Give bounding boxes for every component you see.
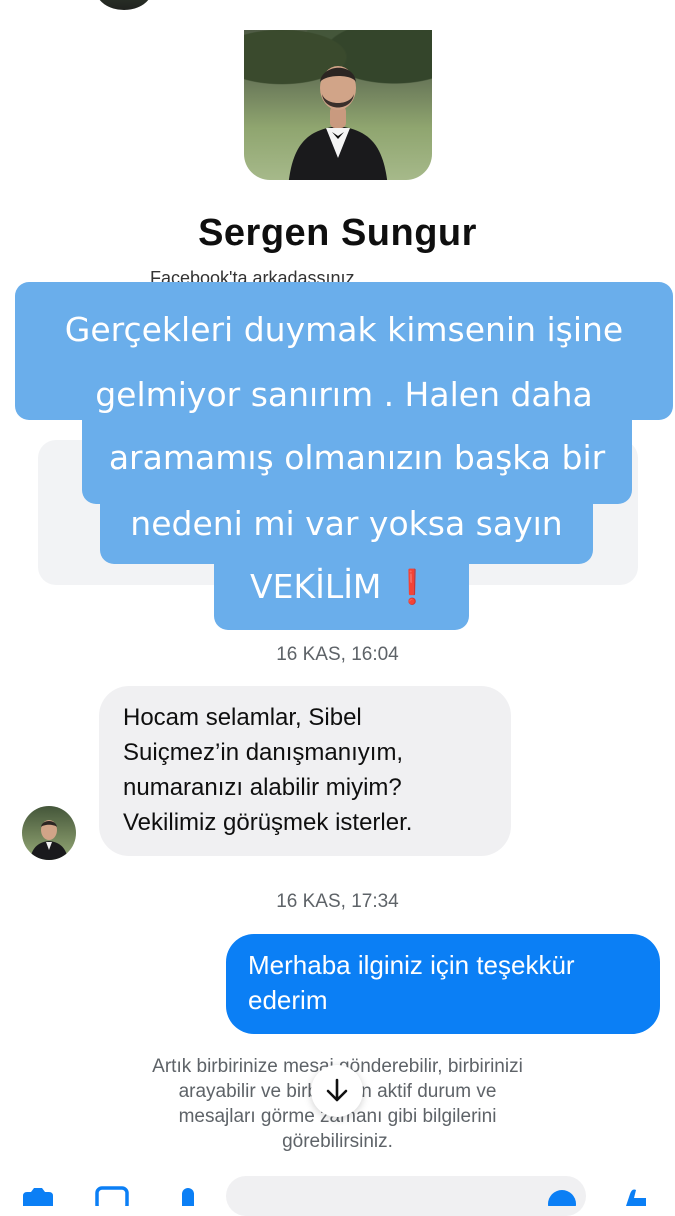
overlay-caption-line: nedeni mi var yoksa sayın: [100, 494, 593, 564]
arrow-down-icon: [326, 1078, 348, 1102]
image-icon[interactable]: [94, 1186, 130, 1206]
header-avatar[interactable]: [96, 0, 152, 10]
scroll-to-bottom-button[interactable]: [311, 1065, 363, 1117]
incoming-message-bubble[interactable]: Hocam selamlar, Sibel Suiçmez’in danışma…: [99, 686, 511, 856]
overlay-caption-line: gelmiyor sanırım . Halen daha: [15, 376, 673, 420]
timestamp: 16 KAS, 17:34: [276, 891, 399, 912]
camera-icon[interactable]: [20, 1186, 56, 1206]
notice-line: görebilirsiniz.: [282, 1131, 393, 1152]
person-figure: [288, 66, 388, 180]
message-line: Merhaba ilginiz için teşekkür: [248, 950, 575, 980]
profile-name: Sergen Sungur: [198, 212, 477, 254]
message-input[interactable]: [226, 1176, 586, 1216]
profile-photo: [244, 30, 432, 180]
message-line: numaranızı alabilir miyim?: [123, 774, 402, 801]
emoji-icon[interactable]: [544, 1186, 580, 1206]
overlay-caption-line: Gerçekleri duymak kimsenin işine: [15, 282, 673, 378]
timestamp: 16 KAS, 16:04: [276, 644, 399, 665]
message-line: Vekilimiz görüşmek isterler.: [123, 809, 413, 836]
message-line: ederim: [248, 985, 328, 1015]
message-line: Suiçmez’in danışmanıyım,: [123, 739, 404, 766]
sender-avatar[interactable]: [22, 806, 76, 860]
message-line: Hocam selamlar, Sibel: [123, 704, 362, 731]
microphone-icon[interactable]: [170, 1186, 206, 1206]
overlay-caption-line: aramamış olmanızın başka bir: [82, 418, 632, 504]
like-icon[interactable]: [616, 1186, 652, 1206]
overlay-caption-line: VEKİLİM ❗: [214, 560, 469, 630]
outgoing-message-bubble[interactable]: Merhaba ilginiz için teşekkür ederim: [226, 934, 660, 1034]
